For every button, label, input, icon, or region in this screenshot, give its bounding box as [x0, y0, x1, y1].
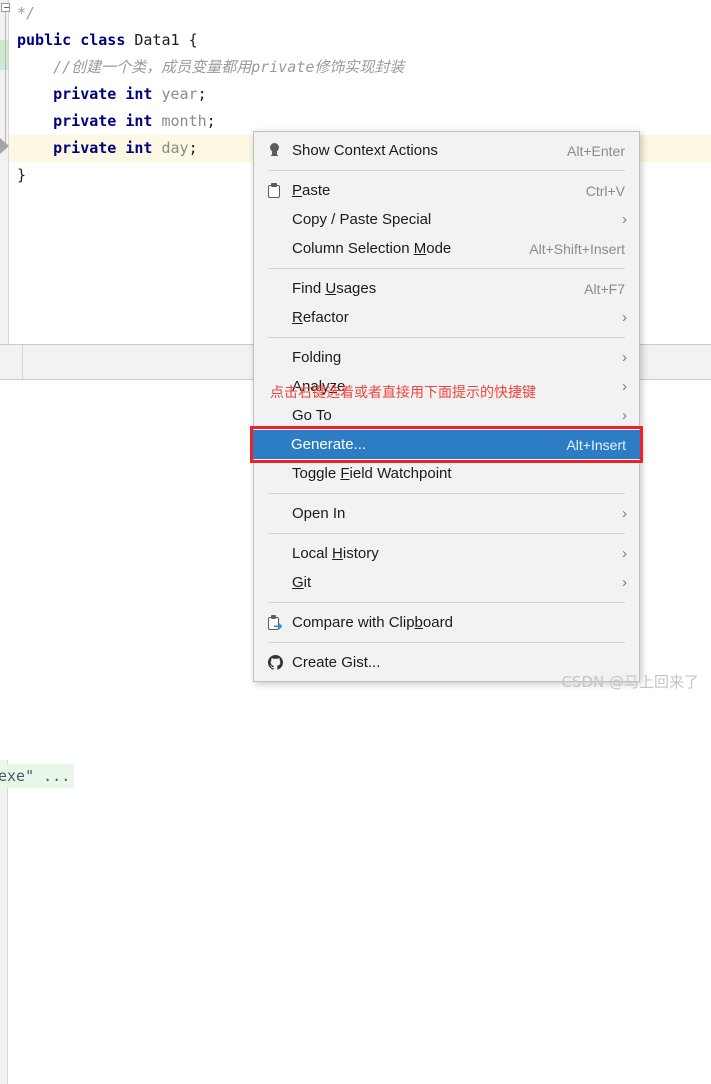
- menu-item-toggle-field-watchpoint[interactable]: Toggle Field Watchpoint: [254, 459, 639, 488]
- menu-item-shortcut: Ctrl+V: [585, 182, 625, 199]
- menu-item-find-usages[interactable]: Find Usages Alt+F7: [254, 274, 639, 303]
- menu-separator: [268, 268, 625, 269]
- menu-item-show-context-actions[interactable]: Show Context Actions Alt+Enter: [254, 136, 639, 165]
- chevron-right-icon: ›: [622, 349, 627, 366]
- code-token: Data1: [134, 31, 180, 49]
- line-comment: //创建一个类，成员变量都用private修饰实现封装: [9, 54, 711, 81]
- menu-item-label: Column Selection Mode: [292, 240, 452, 257]
- compare-clipboard-icon: ➜: [268, 614, 285, 632]
- code-token: day: [161, 139, 189, 157]
- lightbulb-icon: [268, 142, 281, 159]
- tool-strip-separator-left: [22, 345, 23, 379]
- code-token: int: [125, 85, 153, 103]
- menu-item-icon-slot: [268, 182, 292, 199]
- code-token: ;: [206, 112, 216, 130]
- menu-item-compare-with-clipboard[interactable]: ➜ Compare with Clipboard: [254, 608, 639, 637]
- code-token: class: [80, 31, 126, 49]
- menu-item-label: Paste: [292, 182, 331, 199]
- csdn-watermark: CSDN @马上回来了: [561, 673, 699, 691]
- menu-item-folding[interactable]: Folding ›: [254, 343, 639, 372]
- line-comment-end: */: [9, 0, 711, 27]
- menu-separator: [268, 642, 625, 643]
- menu-item-label: Folding: [292, 349, 342, 366]
- menu-item-label: Compare with Clipboard: [292, 614, 453, 631]
- menu-item-open-in[interactable]: Open In ›: [254, 499, 639, 528]
- menu-item-shortcut: Alt+Enter: [567, 142, 625, 159]
- clipboard-icon: [268, 182, 281, 199]
- code-token: private: [53, 85, 117, 103]
- menu-item-label: Git: [292, 574, 312, 591]
- line-class-decl: public class Data1 {: [9, 27, 711, 54]
- chevron-right-icon: ›: [622, 378, 627, 395]
- menu-item-label: Go To: [292, 407, 332, 424]
- menu-item-go-to[interactable]: Go To ›: [254, 401, 639, 430]
- red-annotation-text: 点击右键选着或者直接用下面提示的快捷键: [270, 385, 536, 401]
- code-token: private: [53, 139, 117, 157]
- menu-item-icon-slot: ➜: [268, 614, 292, 632]
- menu-separator: [268, 493, 625, 494]
- code-token: public: [17, 31, 72, 49]
- console-output-text: exe" ...: [0, 764, 75, 788]
- menu-item-label: Show Context Actions: [292, 142, 438, 159]
- vcs-change-marker: [0, 40, 8, 70]
- menu-item-label: Toggle Field Watchpoint: [292, 465, 452, 482]
- chevron-right-icon: ›: [622, 407, 627, 424]
- chevron-right-icon: ›: [622, 211, 627, 228]
- code-token: int: [125, 139, 153, 157]
- menu-item-icon-slot: [268, 655, 292, 670]
- code-token: year: [161, 85, 198, 103]
- chevron-right-icon: ›: [622, 309, 627, 326]
- menu-item-label: Refactor: [292, 309, 349, 326]
- code-token: }: [17, 166, 27, 184]
- menu-separator: [268, 337, 625, 338]
- menu-item-copy-paste-special[interactable]: Copy / Paste Special ›: [254, 205, 639, 234]
- menu-item-shortcut: Alt+Insert: [566, 436, 626, 453]
- code-token: int: [125, 112, 153, 130]
- chevron-right-icon: ›: [622, 505, 627, 522]
- menu-separator: [268, 602, 625, 603]
- menu-item-generate[interactable]: Generate... Alt+Insert: [253, 430, 640, 459]
- menu-item-paste[interactable]: Paste Ctrl+V: [254, 176, 639, 205]
- menu-separator: [268, 170, 625, 171]
- menu-item-label: Generate...: [291, 436, 367, 453]
- menu-item-label: Find Usages: [292, 280, 377, 297]
- code-token: {: [188, 31, 198, 49]
- menu-item-label: Copy / Paste Special: [292, 211, 432, 228]
- code-fold-line: [5, 12, 6, 144]
- menu-separator: [268, 533, 625, 534]
- chevron-right-icon: ›: [622, 574, 627, 591]
- code-token: ;: [197, 85, 207, 103]
- menu-item-icon-slot: [268, 142, 292, 159]
- menu-item-shortcut: Alt+F7: [584, 280, 625, 297]
- code-token: month: [161, 112, 207, 130]
- line-field-year: private int year;: [9, 81, 711, 108]
- menu-item-git[interactable]: Git ›: [254, 568, 639, 597]
- code-token: ;: [188, 139, 198, 157]
- chevron-right-icon: ›: [622, 545, 627, 562]
- console-left-rail: [0, 760, 8, 1084]
- menu-item-label: Local History: [292, 545, 379, 562]
- generate-highlight-wrapper: Generate... Alt+Insert: [250, 426, 643, 463]
- menu-item-local-history[interactable]: Local History ›: [254, 539, 639, 568]
- code-token: //创建一个类，成员变量都用private修饰实现封装: [53, 58, 405, 76]
- menu-item-column-selection-mode[interactable]: Column Selection Mode Alt+Shift+Insert: [254, 234, 639, 263]
- menu-item-refactor[interactable]: Refactor ›: [254, 303, 639, 332]
- editor-context-menu[interactable]: Show Context Actions Alt+Enter Paste Ctrl+V…: [250, 131, 643, 682]
- menu-item-label: Open In: [292, 505, 346, 522]
- gutter-caret-arrow-icon: [0, 138, 9, 154]
- code-token: */: [17, 4, 36, 22]
- code-token: private: [53, 112, 117, 130]
- github-icon: [268, 655, 283, 670]
- menu-item-label: Create Gist...: [292, 654, 381, 671]
- menu-item-shortcut: Alt+Shift+Insert: [529, 240, 625, 257]
